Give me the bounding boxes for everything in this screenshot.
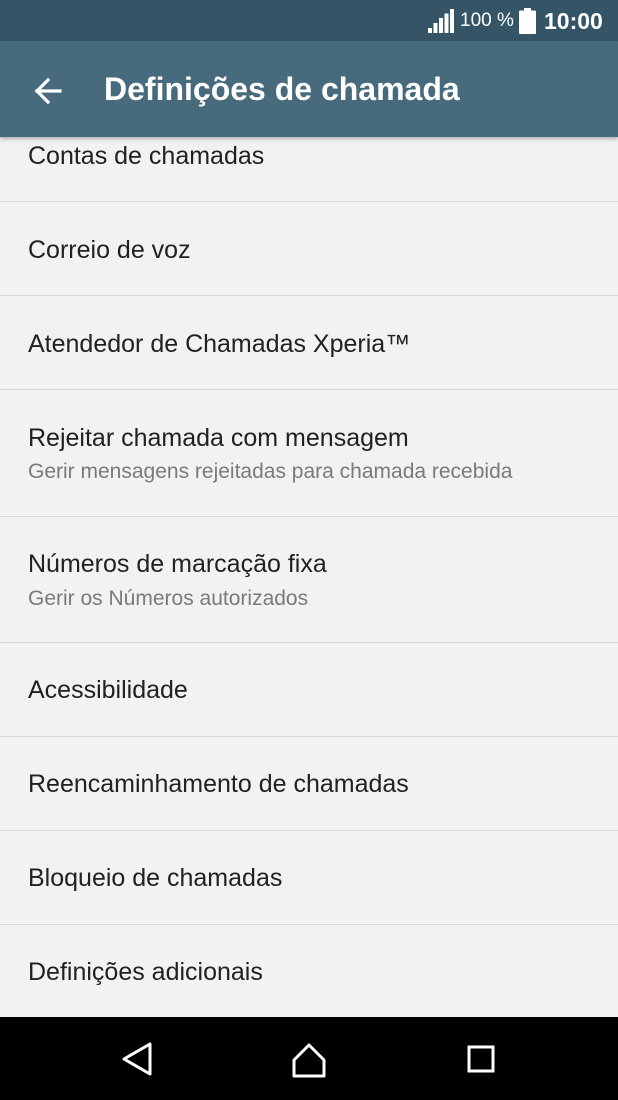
setting-label: Correio de voz — [28, 236, 191, 264]
setting-label: Atendedor de Chamadas Xperia™ — [28, 330, 411, 358]
setting-label: Acessibilidade — [28, 676, 188, 704]
setting-label: Definições adicionais — [28, 958, 263, 986]
setting-call-accounts[interactable]: Contas de chamadas — [0, 137, 618, 202]
setting-label: Números de marcação fixa — [28, 550, 327, 578]
signal-icon — [428, 9, 454, 33]
back-button[interactable] — [22, 65, 74, 117]
setting-additional-settings[interactable]: Definições adicionais — [0, 925, 618, 1017]
setting-label: Contas de chamadas — [28, 142, 265, 170]
nav-back-icon — [122, 1042, 152, 1076]
clock: 10:00 — [544, 8, 603, 34]
page-title: Definições de chamada — [104, 71, 460, 107]
nav-recents-icon — [467, 1045, 495, 1073]
setting-label: Rejeitar chamada com mensagem — [28, 424, 409, 452]
setting-subtitle: Gerir mensagens rejeitadas para chamada … — [28, 460, 513, 483]
battery-percentage: 100 % — [460, 10, 514, 31]
setting-reject-call-with-message[interactable]: Rejeitar chamada com mensagem Gerir mens… — [0, 390, 618, 517]
setting-label: Reencaminhamento de chamadas — [28, 770, 409, 798]
setting-xperia-answering-machine[interactable]: Atendedor de Chamadas Xperia™ — [0, 296, 618, 390]
setting-label: Bloqueio de chamadas — [28, 864, 283, 892]
setting-voicemail[interactable]: Correio de voz — [0, 202, 618, 296]
setting-call-blocking[interactable]: Bloqueio de chamadas — [0, 831, 618, 925]
nav-home-icon — [292, 1043, 326, 1078]
settings-list: Contas de chamadas Correio de voz Atende… — [0, 137, 618, 1017]
nav-recents-button[interactable] — [457, 1035, 505, 1083]
nav-home-button[interactable] — [285, 1035, 333, 1083]
navigation-bar — [0, 1017, 618, 1100]
setting-call-forwarding[interactable]: Reencaminhamento de chamadas — [0, 737, 618, 831]
setting-fixed-dialing-numbers[interactable]: Números de marcação fixa Gerir os Número… — [0, 517, 618, 643]
status-bar: 100 % 10:00 — [0, 0, 618, 41]
arrow-back-icon — [34, 77, 62, 105]
setting-subtitle: Gerir os Números autorizados — [28, 587, 309, 610]
nav-back-button[interactable] — [113, 1035, 161, 1083]
setting-accessibility[interactable]: Acessibilidade — [0, 643, 618, 737]
app-bar: Definições de chamada — [0, 41, 618, 137]
battery-icon — [519, 8, 536, 34]
